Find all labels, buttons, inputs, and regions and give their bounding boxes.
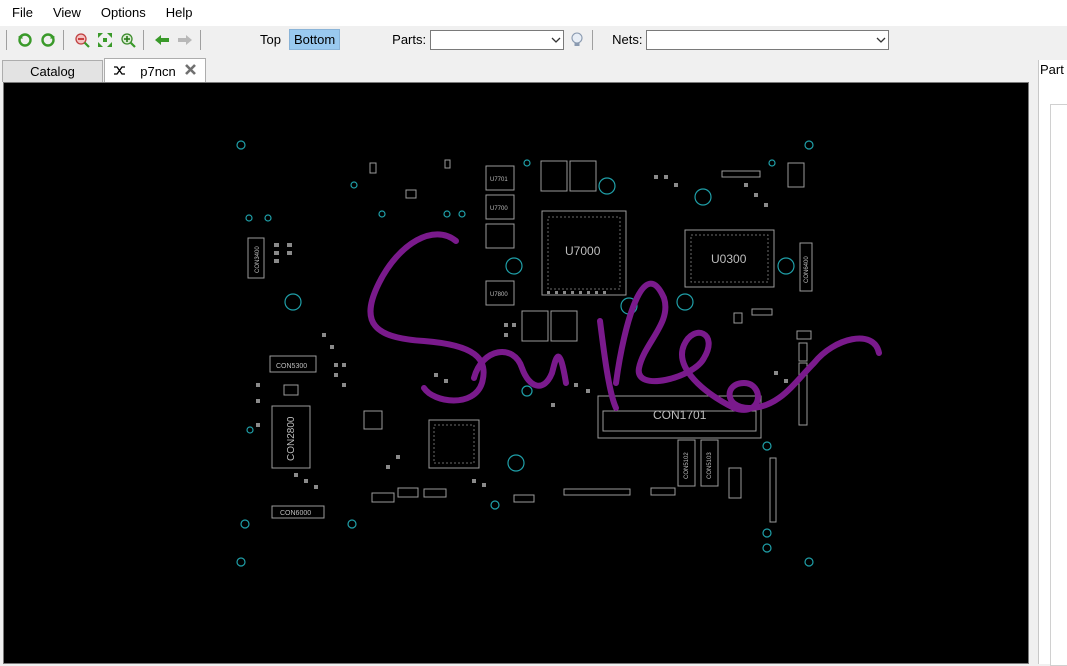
toolbar-separator <box>592 29 594 50</box>
parts-label: Parts: <box>392 32 427 47</box>
label-con1701: CON1701 <box>653 408 707 422</box>
toolbar-separator <box>6 29 7 50</box>
menu-file[interactable]: File <box>4 0 41 26</box>
menu-help[interactable]: Help <box>158 0 201 26</box>
parts-combo[interactable] <box>430 29 565 50</box>
label-u7700: U7700 <box>490 206 508 212</box>
tab-p7ncn-label: p7ncn <box>140 63 176 79</box>
tab-parts-panel[interactable]: Part <box>1040 62 1064 77</box>
toolbar: Top Bottom Parts: Nets: <box>0 26 1067 53</box>
label-con5102: CON5102 <box>684 452 690 479</box>
board-layout: U7000 U0300 CON1701 CON2800 CON5300 CON6… <box>236 140 882 567</box>
label-con3400: CON3400 <box>255 246 261 273</box>
board-parts <box>247 159 813 523</box>
lightbulb-icon[interactable] <box>567 30 587 50</box>
zoom-out-icon[interactable] <box>72 30 92 50</box>
label-u7701: U7701 <box>490 177 508 183</box>
fit-icon[interactable] <box>95 30 115 50</box>
close-tab-icon[interactable] <box>184 63 197 79</box>
nets-combo[interactable] <box>646 29 890 50</box>
label-con6000: CON6000 <box>280 510 311 517</box>
side-top-button[interactable]: Top <box>256 30 285 49</box>
tab-catalog-label: Catalog <box>30 64 75 79</box>
toolbar-separator <box>200 29 201 50</box>
label-con5103: CON5103 <box>707 452 713 479</box>
tab-p7ncn[interactable]: p7ncn <box>104 58 206 83</box>
rotate-right-icon[interactable] <box>38 30 58 50</box>
tab-catalog[interactable]: Catalog <box>2 60 103 82</box>
chevron-down-icon <box>874 37 888 43</box>
shuffle-icon <box>113 64 126 79</box>
parts-list-box[interactable] <box>1050 104 1067 666</box>
forward-arrow-icon[interactable] <box>175 30 195 50</box>
menu-options[interactable]: Options <box>93 0 154 26</box>
side-bottom-button[interactable]: Bottom <box>288 29 341 50</box>
back-arrow-icon[interactable] <box>152 30 172 50</box>
label-con6400: CON6400 <box>804 256 810 283</box>
label-con5300: CON5300 <box>276 363 307 370</box>
signature-scribble <box>367 231 882 413</box>
label-con2800: CON2800 <box>286 416 297 461</box>
board-view-canvas[interactable]: U7000 U0300 CON1701 CON2800 CON5300 CON6… <box>3 82 1029 664</box>
rotate-left-icon[interactable] <box>15 30 35 50</box>
nets-label: Nets: <box>612 32 643 47</box>
label-u7000: U7000 <box>565 244 601 258</box>
component-labels: U7000 U0300 CON1701 CON2800 CON5300 CON6… <box>255 177 810 517</box>
zoom-in-icon[interactable] <box>118 30 138 50</box>
chevron-down-icon <box>549 37 563 43</box>
document-tabs: Catalog p7ncn <box>0 57 1030 83</box>
menu-bar: File View Options Help <box>0 0 1067 26</box>
label-u7800: U7800 <box>490 292 508 298</box>
toolbar-separator <box>63 29 64 50</box>
label-u0300: U0300 <box>711 252 747 266</box>
toolbar-separator <box>143 29 144 50</box>
menu-view[interactable]: View <box>45 0 89 26</box>
